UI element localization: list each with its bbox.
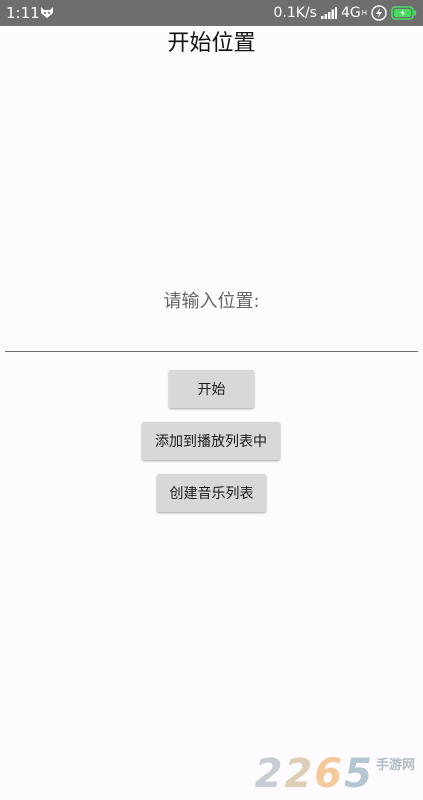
battery-icon: [391, 6, 417, 20]
add-to-playlist-button[interactable]: 添加到播放列表中: [142, 422, 280, 460]
watermark-digit: 6: [314, 751, 343, 797]
fox-icon: [41, 7, 53, 18]
watermark-text: 手游网: [375, 758, 415, 773]
net-type-sub: H: [361, 9, 367, 17]
net-type: 4G: [340, 5, 361, 21]
position-input-label: 请输入位置:: [163, 291, 260, 312]
start-button[interactable]: 开始: [169, 370, 254, 408]
site-watermark-logo: 2 2 6 5 手游网: [255, 744, 415, 796]
net-speed: 0.1K/s: [273, 5, 317, 21]
page-title: 开始位置: [167, 31, 256, 56]
position-input[interactable]: [5, 326, 418, 352]
status-indicators: 0.1K/s 4G H: [274, 4, 418, 22]
charge-icon: [371, 5, 387, 21]
signal-icon: [320, 7, 337, 19]
watermark-digit: 2: [284, 751, 313, 797]
status-time: 1:11: [6, 4, 40, 22]
create-music-list-button[interactable]: 创建音乐列表: [157, 474, 266, 512]
watermark-digit: 5: [344, 751, 372, 797]
watermark-digit: 2: [254, 751, 283, 797]
status-bar: 1:11 0.1K/s 4G H: [0, 0, 423, 26]
